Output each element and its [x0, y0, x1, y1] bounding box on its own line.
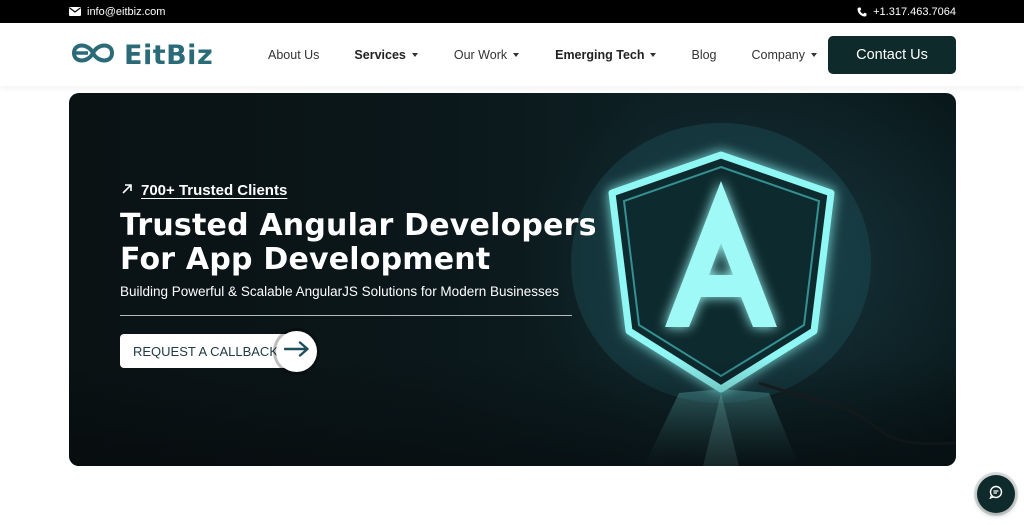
hero-title-line-1: Trusted Angular Developers — [120, 208, 597, 243]
request-callback-arrow-button[interactable] — [276, 331, 317, 372]
phone-icon — [857, 7, 867, 17]
hero-banner: 700+ Trusted Clients Trusted Angular Dev… — [69, 93, 956, 466]
top-bar: info@eitbiz.com +1.317.463.7064 — [0, 0, 1024, 23]
nav-label: Blog — [691, 47, 717, 62]
hero-subtitle: Building Powerful & Scalable AngularJS S… — [120, 284, 559, 299]
request-callback-label: REQUEST A CALLBACK — [133, 343, 278, 359]
nav-company[interactable]: Company — [752, 48, 818, 62]
nav-our-work[interactable]: Our Work — [453, 47, 520, 62]
chat-button[interactable] — [977, 475, 1015, 513]
chevron-down-icon — [650, 53, 657, 57]
trusted-clients-link[interactable]: 700+ Trusted Clients — [121, 182, 287, 199]
hero-title: Trusted Angular Developers For App Devel… — [120, 209, 620, 277]
chevron-down-icon — [411, 53, 418, 57]
envelope-icon — [69, 7, 81, 16]
main-nav: About Us Services Our Work Emerging Tech… — [268, 23, 818, 86]
arrow-right-icon — [283, 341, 310, 362]
chevron-down-icon — [811, 53, 818, 57]
nav-label: Our Work — [453, 47, 508, 62]
site-header: EitBiz About Us Services Our Work Emergi… — [0, 23, 1024, 86]
trusted-clients-text: 700+ Trusted Clients — [141, 182, 288, 199]
logo[interactable]: EitBiz — [68, 38, 213, 72]
nav-services[interactable]: Services — [354, 47, 418, 62]
email-contact[interactable]: info@eitbiz.com — [69, 6, 165, 18]
logo-text: EitBiz — [124, 39, 214, 71]
phone-contact[interactable]: +1.317.463.7064 — [857, 6, 956, 18]
nav-label: Services — [354, 47, 406, 62]
nav-emerging-tech[interactable]: Emerging Tech — [555, 47, 657, 62]
nav-about-us[interactable]: About Us — [268, 48, 319, 62]
hero-divider — [120, 315, 572, 316]
chat-icon — [989, 485, 1003, 504]
chevron-down-icon — [513, 53, 520, 57]
phone-text[interactable]: +1.317.463.7064 — [873, 6, 956, 18]
infinity-e-logo — [68, 37, 118, 74]
nav-label: About Us — [268, 47, 320, 62]
nav-label: Company — [751, 47, 806, 62]
nav-blog[interactable]: Blog — [691, 48, 716, 62]
hero-title-line-2: For App Development — [120, 242, 491, 277]
email-text[interactable]: info@eitbiz.com — [87, 6, 165, 18]
contact-us-button[interactable]: Contact Us — [828, 36, 956, 74]
nav-label: Emerging Tech — [555, 47, 645, 62]
hero-floor-shade — [69, 356, 956, 466]
arrow-up-right-icon — [121, 182, 133, 199]
